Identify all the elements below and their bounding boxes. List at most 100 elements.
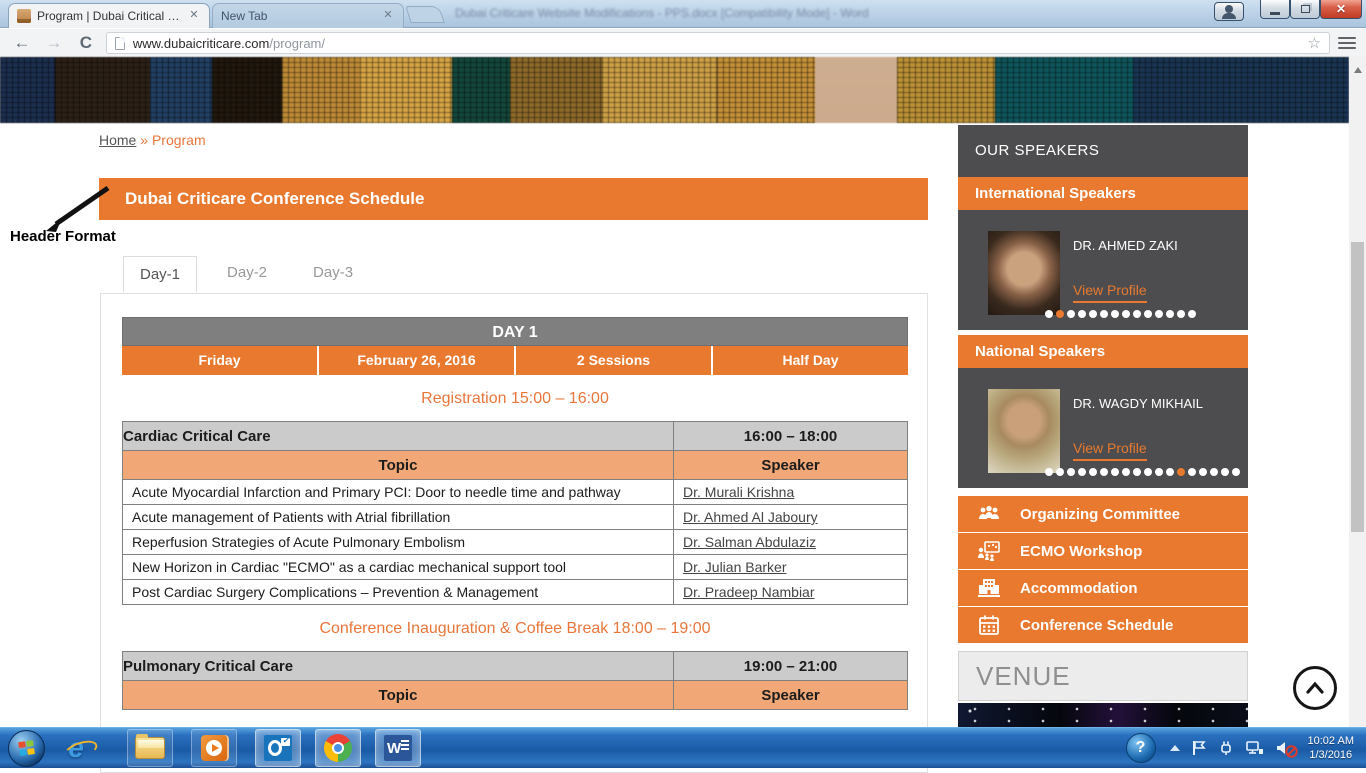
volume-muted-icon[interactable] — [1276, 740, 1294, 756]
taskbar-file-explorer[interactable] — [127, 729, 173, 767]
chrome-menu-icon[interactable] — [1338, 34, 1356, 52]
view-profile-link[interactable]: View Profile — [1073, 282, 1147, 303]
maximize-icon — [1301, 5, 1310, 13]
carousel-dot[interactable] — [1056, 468, 1064, 476]
carousel-dot[interactable] — [1133, 310, 1141, 318]
carousel-dot[interactable] — [1045, 468, 1053, 476]
close-button[interactable]: ✕ — [1320, 0, 1362, 19]
sidebar-item-organizing-committee[interactable]: Organizing Committee — [958, 496, 1248, 532]
sidebar-item-accommodation[interactable]: Accommodation — [958, 570, 1248, 606]
skyline-sky-gap — [815, 57, 897, 123]
carousel-dot[interactable] — [1199, 468, 1207, 476]
skyline-building — [212, 57, 282, 123]
speaker-link[interactable]: Dr. Salman Abdulaziz — [683, 534, 816, 550]
view-profile-link[interactable]: View Profile — [1073, 440, 1147, 461]
carousel-dot[interactable] — [1166, 310, 1174, 318]
carousel-dot[interactable] — [1122, 310, 1130, 318]
calendar-icon — [976, 615, 1002, 635]
address-bar[interactable]: www.dubaicriticare.com/program/ ☆ — [106, 32, 1330, 54]
carousel-dot[interactable] — [1155, 468, 1163, 476]
carousel-dot[interactable] — [1045, 310, 1053, 318]
sidebar-item-label: Conference Schedule — [1020, 617, 1173, 634]
session2-time: 19:00 – 21:00 — [674, 652, 908, 681]
power-plug-icon[interactable] — [1218, 740, 1234, 756]
taskbar-outlook[interactable] — [255, 729, 301, 767]
tab-close-icon[interactable]: ✕ — [381, 9, 395, 23]
new-tab-button[interactable] — [405, 6, 445, 23]
break-note: Conference Inauguration & Coffee Break 1… — [122, 620, 908, 638]
carousel-dot[interactable] — [1089, 310, 1097, 318]
scrollbar-thumb[interactable] — [1351, 242, 1364, 532]
carousel-dot[interactable] — [1177, 310, 1185, 318]
action-center-flag-icon[interactable] — [1192, 740, 1206, 756]
taskbar-word[interactable]: W — [375, 729, 421, 767]
browser-tab-program[interactable]: Program | Dubai Critical Ca ✕ — [8, 3, 210, 28]
back-button[interactable]: ← — [12, 33, 32, 53]
topic-column-header: Topic — [123, 681, 674, 710]
annotation-arrow — [38, 180, 118, 235]
carousel-dot[interactable] — [1067, 310, 1075, 318]
forward-button[interactable]: → — [44, 33, 64, 53]
profile-button[interactable] — [1214, 2, 1244, 21]
carousel-dot[interactable] — [1155, 310, 1163, 318]
carousel-dot[interactable] — [1144, 468, 1152, 476]
help-icon[interactable]: ? — [1126, 733, 1156, 763]
speaker-link[interactable]: Dr. Julian Barker — [683, 559, 786, 575]
carousel-dot[interactable] — [1133, 468, 1141, 476]
carousel-dot[interactable] — [1100, 310, 1108, 318]
speaker-name: DR. AHMED ZAKI — [1073, 238, 1178, 253]
carousel-dot[interactable] — [1089, 468, 1097, 476]
carousel-dot[interactable] — [1210, 468, 1218, 476]
speaker-link[interactable]: Dr. Pradeep Nambiar — [683, 584, 815, 600]
sidebar-item-conference-schedule[interactable]: Conference Schedule — [958, 607, 1248, 643]
speaker-link[interactable]: Dr. Ahmed Al Jaboury — [683, 509, 818, 525]
carousel-dot[interactable] — [1122, 468, 1130, 476]
carousel-dot[interactable] — [1067, 468, 1075, 476]
breadcrumb-separator: » — [140, 132, 148, 148]
session2-subheader-row: Topic Speaker — [123, 681, 908, 710]
carousel-dots — [1045, 468, 1240, 476]
folder-icon — [135, 737, 165, 759]
tab-day-1[interactable]: Day-1 — [123, 256, 197, 293]
sidebar-item-ecmo-workshop[interactable]: ECMO Workshop — [958, 533, 1248, 569]
carousel-dot[interactable] — [1111, 468, 1119, 476]
bookmark-star-icon[interactable]: ☆ — [1308, 34, 1321, 52]
start-button[interactable] — [8, 730, 45, 767]
carousel-dot[interactable] — [1221, 468, 1229, 476]
carousel-dot[interactable] — [1056, 310, 1064, 318]
carousel-dot[interactable] — [1177, 468, 1185, 476]
tab-day-2[interactable]: Day-2 — [211, 255, 283, 292]
carousel-dot[interactable] — [1144, 310, 1152, 318]
carousel-dot[interactable] — [1078, 310, 1086, 318]
carousel-dot[interactable] — [1188, 310, 1196, 318]
carousel-dot[interactable] — [1232, 468, 1240, 476]
reload-button[interactable]: C — [76, 33, 96, 53]
taskbar-media-player[interactable] — [191, 729, 237, 767]
carousel-dot[interactable] — [1188, 468, 1196, 476]
carousel-dot[interactable] — [1166, 468, 1174, 476]
scrollbar-up-arrow[interactable] — [1354, 63, 1362, 73]
carousel-dot[interactable] — [1100, 468, 1108, 476]
chrome-icon — [324, 734, 352, 762]
breadcrumb-home-link[interactable]: Home — [99, 132, 136, 148]
browser-tab-newtab[interactable]: New Tab ✕ — [212, 3, 404, 28]
minimize-button[interactable] — [1260, 0, 1290, 19]
tab-close-icon[interactable]: ✕ — [187, 9, 201, 23]
maximize-button[interactable] — [1290, 0, 1320, 19]
outlook-icon — [264, 735, 292, 761]
tab-day-3[interactable]: Day-3 — [297, 255, 369, 292]
browser-scrollbar[interactable] — [1349, 57, 1366, 768]
carousel-dot[interactable] — [1078, 468, 1086, 476]
scroll-to-top-button[interactable] — [1293, 666, 1337, 710]
schedule-panel: DAY 1 Friday February 26, 2016 2 Session… — [100, 293, 928, 773]
carousel-dot[interactable] — [1111, 310, 1119, 318]
page-icon — [115, 37, 125, 50]
url-text[interactable]: www.dubaicriticare.com/program/ — [133, 36, 325, 51]
show-hidden-icons[interactable] — [1170, 743, 1180, 754]
speaker-link[interactable]: Dr. Murali Krishna — [683, 484, 794, 500]
windows-taskbar: e W ? 10:02 AM 1/3/2016 — [0, 727, 1366, 768]
taskbar-clock[interactable]: 10:02 AM 1/3/2016 — [1308, 734, 1354, 762]
network-icon[interactable] — [1246, 740, 1264, 756]
taskbar-internet-explorer[interactable]: e — [53, 729, 99, 767]
taskbar-chrome[interactable] — [315, 729, 361, 767]
